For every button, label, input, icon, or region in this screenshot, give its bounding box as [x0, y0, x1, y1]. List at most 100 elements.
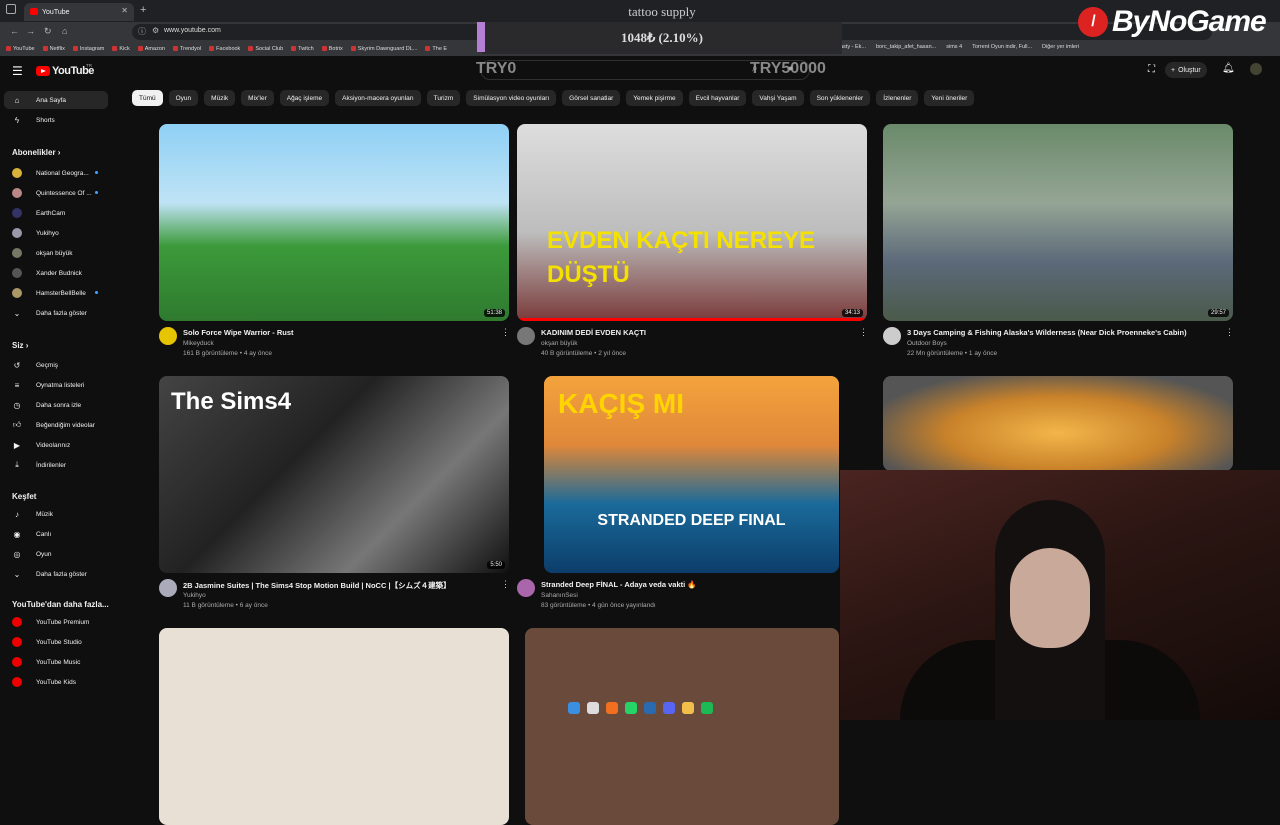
- bookmark-item[interactable]: sims 4: [946, 44, 962, 50]
- filter-chip[interactable]: Evcil hayvanlar: [688, 90, 747, 106]
- more-options-icon[interactable]: ⋮: [501, 579, 510, 590]
- sidebar-item[interactable]: ⌄ Daha fazla göster: [4, 304, 108, 322]
- bookmark-item[interactable]: Torrent Oyun indir, Full...: [972, 44, 1032, 50]
- filter-chip[interactable]: Yemek pişirme: [626, 90, 683, 106]
- sidebar-item[interactable]: ◷ Daha sonra izle: [4, 396, 108, 414]
- mic-icon[interactable]: ●: [788, 63, 793, 73]
- channel-avatar[interactable]: [159, 579, 177, 597]
- bookmark-item[interactable]: Twitch: [291, 46, 314, 52]
- video-title[interactable]: 3 Days Camping & Fishing Alaska's Wilder…: [907, 328, 1187, 337]
- reload-icon[interactable]: ↻: [44, 26, 52, 37]
- sidebar-item[interactable]: YouTube Premium: [4, 613, 108, 631]
- more-options-icon[interactable]: ⋮: [1225, 327, 1234, 338]
- channel-name[interactable]: Outdoor Boys: [907, 340, 947, 347]
- sidebar-item[interactable]: YouTube Music: [4, 653, 108, 671]
- sidebar-item[interactable]: YouTube Kids: [4, 673, 108, 691]
- channel-name[interactable]: SahanınSesi: [541, 592, 578, 599]
- filter-chip[interactable]: İzlenenler: [876, 90, 919, 106]
- bookmark-item[interactable]: Netflix: [43, 46, 65, 52]
- whatsapp-icon[interactable]: [624, 702, 637, 714]
- bookmark-item[interactable]: borc_takip_afet_hasan...: [876, 44, 936, 50]
- sidebar-item[interactable]: ϟ Shorts: [4, 111, 108, 129]
- bookmark-item[interactable]: Facebook: [209, 46, 240, 52]
- bookmark-item[interactable]: Instagram: [73, 46, 104, 52]
- steam-icon[interactable]: [643, 702, 656, 714]
- sidebar-item[interactable]: ⌂ Ana Sayfa: [4, 91, 108, 109]
- section-heading-subscriptions[interactable]: Abonelikler ›: [12, 148, 60, 157]
- video-thumbnail[interactable]: KAÇIŞ MI STRANDED DEEP FINAL: [544, 376, 839, 573]
- home-icon[interactable]: ⌂: [62, 26, 67, 36]
- video-title[interactable]: Solo Force Wipe Warrior - Rust: [183, 328, 294, 337]
- channel-avatar[interactable]: [883, 327, 901, 345]
- bookmark-item[interactable]: Kick: [112, 46, 129, 52]
- video-thumbnail[interactable]: EVDEN KAÇTI NEREYE DÜŞTÜ 34:13: [517, 124, 867, 321]
- info-icon[interactable]: ⓘ: [138, 26, 146, 37]
- window-icon[interactable]: [6, 4, 16, 14]
- section-heading-you[interactable]: Siz ›: [12, 341, 28, 350]
- browser-tab[interactable]: YouTube ✕: [24, 3, 134, 21]
- filter-chip[interactable]: Ağaç işleme: [279, 90, 330, 106]
- bookmark-item[interactable]: The E: [425, 46, 447, 52]
- sidebar-item[interactable]: ◎ Oyun: [4, 545, 108, 563]
- filter-chip[interactable]: Son yüklenenler: [809, 90, 871, 106]
- video-thumbnail[interactable]: [525, 628, 839, 825]
- cast-icon[interactable]: ⛶: [1148, 64, 1155, 75]
- sidebar-item[interactable]: Yukihyo: [4, 224, 108, 242]
- sidebar-item[interactable]: HamsterBellBelle: [4, 284, 108, 302]
- filter-chip[interactable]: Tümü: [132, 90, 163, 106]
- search-icon[interactable]: [586, 702, 599, 714]
- sidebar-item[interactable]: EarthCam: [4, 204, 108, 222]
- video-thumbnail[interactable]: 29:57: [883, 124, 1233, 321]
- filter-chip[interactable]: Simülasyon video oyunları: [466, 90, 557, 106]
- sidebar-item[interactable]: ▶ Videolarınız: [4, 436, 108, 454]
- sidebar-item[interactable]: YouTube Studio: [4, 633, 108, 651]
- filter-chip[interactable]: Aksiyon-macera oyunları: [335, 90, 421, 106]
- start-icon[interactable]: [567, 702, 580, 714]
- sidebar-item[interactable]: okşan büyük: [4, 244, 108, 262]
- sidebar-item[interactable]: ⤓ İndirilenler: [4, 456, 108, 474]
- bookmark-item[interactable]: Botrix: [322, 46, 343, 52]
- video-title[interactable]: 2B Jasmine Suites | The Sims4 Stop Motio…: [183, 580, 451, 591]
- discord-icon[interactable]: [662, 702, 675, 714]
- channel-name[interactable]: Yukihyo: [183, 592, 206, 599]
- hamburger-menu-icon[interactable]: ☰: [12, 64, 23, 78]
- video-title[interactable]: Stranded Deep FİNAL - Adaya veda vakti 🔥: [541, 580, 697, 589]
- bookmark-item[interactable]: YouTube: [6, 46, 35, 52]
- site-settings-icon[interactable]: ⚙: [152, 26, 159, 35]
- search-icon[interactable]: ⌕: [752, 63, 758, 74]
- video-thumbnail[interactable]: [159, 628, 509, 825]
- account-avatar[interactable]: [1250, 63, 1262, 75]
- close-tab-icon[interactable]: ✕: [121, 6, 128, 15]
- video-thumbnail[interactable]: [883, 376, 1233, 471]
- create-button[interactable]: + Oluştur: [1165, 62, 1207, 78]
- sidebar-item[interactable]: Quintessence Of ...: [4, 184, 108, 202]
- firefox-icon[interactable]: [605, 702, 618, 714]
- sidebar-item[interactable]: 👍︎ Beğendiğim videolar: [4, 416, 108, 434]
- filter-chip[interactable]: Görsel sanatlar: [562, 90, 621, 106]
- more-options-icon[interactable]: ⋮: [859, 327, 868, 338]
- more-options-icon[interactable]: ⋮: [501, 327, 510, 338]
- sidebar-item[interactable]: ◉ Canlı: [4, 525, 108, 543]
- channel-avatar[interactable]: [159, 327, 177, 345]
- sidebar-item[interactable]: Xander Budnick: [4, 264, 108, 282]
- filter-chip[interactable]: Müzik: [204, 90, 236, 106]
- sidebar-item[interactable]: ↺ Geçmiş: [4, 356, 108, 374]
- video-title[interactable]: KADINIM DEDİ EVDEN KAÇTI: [541, 328, 646, 337]
- filter-chip[interactable]: Oyun: [168, 90, 199, 106]
- bookmark-item[interactable]: Skyrim Dawnguard DL...: [351, 46, 418, 52]
- sidebar-item[interactable]: ≡ Oynatma listeleri: [4, 376, 108, 394]
- forward-icon[interactable]: →: [26, 26, 35, 36]
- new-tab-icon[interactable]: +: [140, 4, 146, 16]
- filter-chip[interactable]: Mix'ler: [241, 90, 274, 106]
- file-explorer-icon[interactable]: [681, 702, 694, 714]
- filter-chip[interactable]: Turizm: [426, 90, 461, 106]
- sidebar-item[interactable]: National Geogra...: [4, 164, 108, 182]
- channel-name[interactable]: okşan büyük: [541, 340, 578, 347]
- channel-avatar[interactable]: [517, 327, 535, 345]
- video-thumbnail[interactable]: The Sims4 5:50: [159, 376, 509, 573]
- bookmark-item[interactable]: Diğer yer imleri: [1042, 44, 1079, 50]
- spotify-icon[interactable]: [700, 702, 713, 714]
- filter-chip[interactable]: Yeni öneriler: [924, 90, 975, 106]
- bookmark-item[interactable]: Amazon: [138, 46, 165, 52]
- notifications-bell-icon[interactable]: 🔔︎: [1222, 63, 1235, 74]
